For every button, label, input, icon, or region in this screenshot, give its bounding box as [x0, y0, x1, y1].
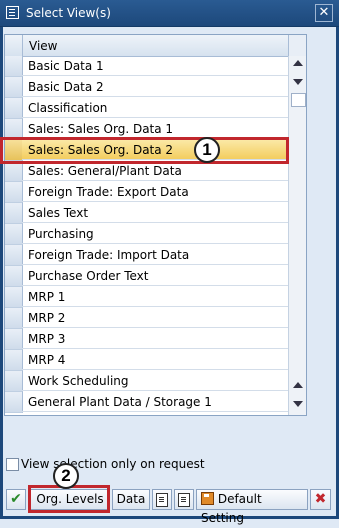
row-label[interactable]: Basic Data 1 — [22, 56, 288, 76]
callout-highlight-box — [0, 137, 289, 164]
row-label[interactable]: Classification — [22, 98, 288, 118]
row-selector[interactable] — [5, 329, 23, 350]
window-title: Select View(s) — [26, 6, 111, 20]
row-selector[interactable] — [5, 266, 23, 287]
row-selector[interactable] — [5, 77, 23, 98]
select-view-icon — [6, 6, 19, 19]
default-setting-button[interactable]: Default Setting — [196, 489, 308, 525]
table-row[interactable]: Work Scheduling — [5, 371, 288, 392]
callout-badge: 1 — [194, 137, 220, 163]
column-header-view: View — [29, 39, 58, 53]
table-row[interactable]: Purchase Order Text — [5, 266, 288, 287]
table-row[interactable]: Classification — [5, 98, 288, 119]
scroll-down-icon[interactable] — [293, 79, 303, 85]
table-row[interactable]: Purchasing — [5, 224, 288, 245]
table-row[interactable]: Sales Text — [5, 203, 288, 224]
row-selector[interactable] — [5, 161, 23, 182]
scroll-thumb[interactable] — [291, 93, 306, 107]
row-label[interactable]: Foreign Trade: Export Data — [22, 182, 288, 202]
table-row[interactable]: Foreign Trade: Export Data — [5, 182, 288, 203]
callout-badge: 2 — [53, 463, 79, 489]
table-row[interactable]: Foreign Trade: Import Data — [5, 245, 288, 266]
row-selector[interactable] — [5, 308, 23, 329]
row-selector[interactable] — [5, 371, 23, 392]
row-label[interactable]: Sales: Sales Org. Data 1 — [22, 119, 288, 139]
row-selector[interactable] — [5, 287, 23, 308]
deselect-all-button[interactable] — [174, 489, 194, 510]
row-selector[interactable] — [5, 350, 23, 371]
row-label[interactable]: Work Scheduling — [22, 371, 288, 391]
table-row[interactable]: MRP 4 — [5, 350, 288, 371]
row-label[interactable]: Sales: General/Plant Data — [22, 161, 288, 181]
row-selector[interactable] — [5, 392, 23, 413]
row-label[interactable]: MRP 3 — [22, 329, 288, 349]
vertical-scrollbar[interactable] — [288, 56, 306, 415]
table-row[interactable]: MRP 3 — [5, 329, 288, 350]
save-icon — [201, 492, 214, 505]
row-label[interactable]: Basic Data 2 — [22, 77, 288, 97]
close-icon[interactable]: ✕ — [315, 4, 333, 22]
row-label[interactable]: Foreign Trade: Import Data — [22, 245, 288, 265]
row-selector[interactable] — [5, 203, 23, 224]
row-label[interactable]: MRP 1 — [22, 287, 288, 307]
scroll-down-icon[interactable] — [293, 401, 303, 407]
cancel-icon: ✖ — [314, 491, 327, 507]
cancel-button[interactable]: ✖ — [310, 489, 331, 510]
view-table: View Basic Data 1 Basic Data 2 Classific… — [4, 34, 307, 416]
deselect-all-icon — [178, 493, 190, 507]
table-row[interactable]: MRP 1 — [5, 287, 288, 308]
scroll-up-icon[interactable] — [293, 60, 303, 66]
row-label[interactable]: Sales Text — [22, 203, 288, 223]
callout-highlight-box — [28, 485, 110, 513]
checkbox-label: View selection only on request — [21, 457, 205, 471]
row-label[interactable]: General Plant Data / Storage 1 — [22, 392, 288, 412]
scroll-up-icon[interactable] — [293, 382, 303, 388]
row-label[interactable]: MRP 2 — [22, 308, 288, 328]
row-label[interactable]: Purchase Order Text — [22, 266, 288, 286]
row-selector[interactable] — [5, 182, 23, 203]
row-selector[interactable] — [5, 224, 23, 245]
table-row[interactable]: General Plant Data / Storage 1 — [5, 392, 288, 413]
table-row[interactable]: Basic Data 2 — [5, 77, 288, 98]
row-selector[interactable] — [5, 245, 23, 266]
row-label[interactable]: MRP 4 — [22, 350, 288, 370]
title-bar: Select View(s) ✕ — [0, 0, 339, 27]
table-row[interactable]: MRP 2 — [5, 308, 288, 329]
row-selector[interactable] — [5, 98, 23, 119]
select-all-icon — [156, 493, 168, 507]
table-row[interactable]: Basic Data 1 — [5, 56, 288, 77]
view-selection-checkbox[interactable] — [6, 458, 19, 471]
confirm-button[interactable]: ✔ — [6, 489, 26, 510]
select-all-button[interactable] — [152, 489, 172, 510]
check-icon: ✔ — [10, 491, 22, 507]
column-settings-cell[interactable] — [288, 35, 306, 56]
table-row[interactable]: Sales: General/Plant Data — [5, 161, 288, 182]
row-selector[interactable] — [5, 56, 23, 77]
table-header: View — [5, 35, 306, 57]
data-button[interactable]: Data — [112, 489, 150, 510]
row-label[interactable]: Purchasing — [22, 224, 288, 244]
select-all-cell[interactable] — [5, 35, 23, 56]
